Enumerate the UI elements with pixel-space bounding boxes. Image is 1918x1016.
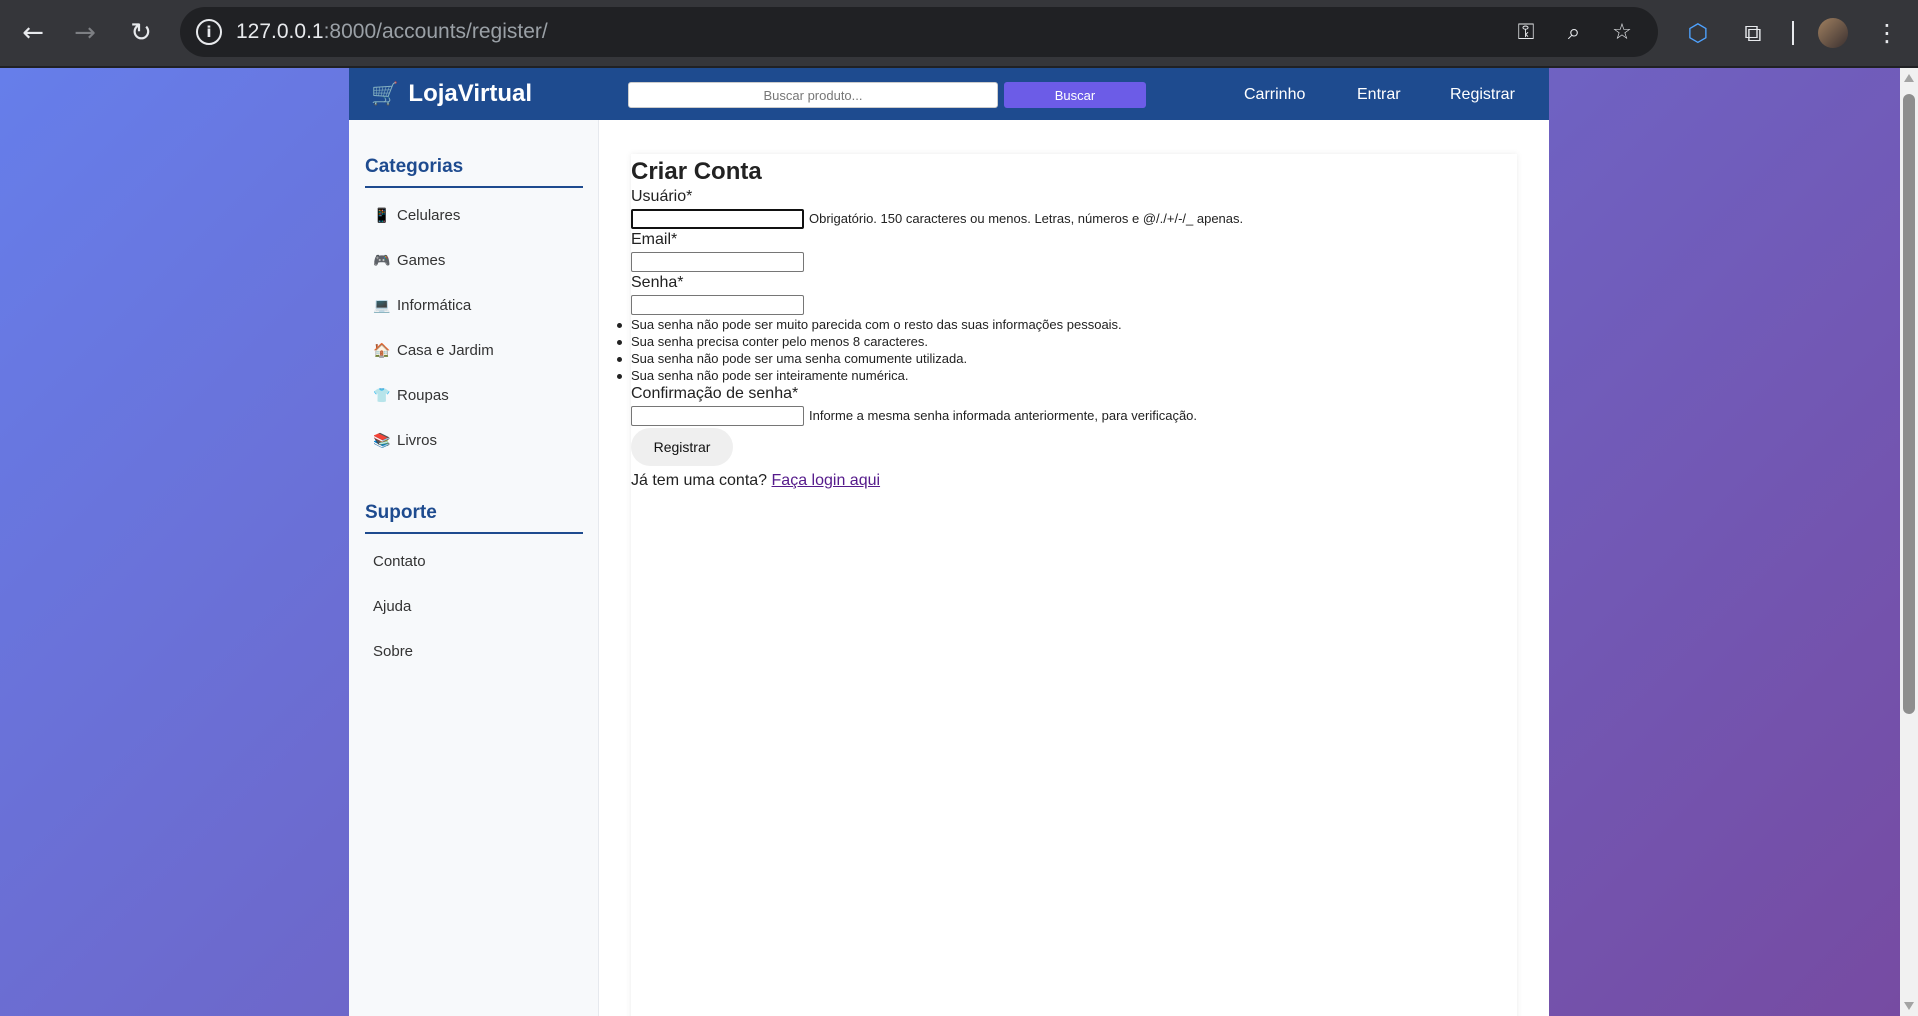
login-prompt-text: Já tem uma conta?	[631, 472, 768, 489]
shirt-icon: 👕	[373, 387, 391, 404]
shopping-cart-icon: 🛒	[371, 81, 399, 107]
extension-icon[interactable]: ⬡	[1683, 18, 1713, 48]
password-rule-item: Sua senha não pode ser inteiramente numé…	[617, 368, 909, 383]
house-icon: 🏠	[373, 342, 391, 359]
sidebar-item-label: Contato	[373, 553, 426, 570]
login-prompt: Já tem uma conta? Faça login aqui	[631, 472, 880, 490]
address-bar[interactable]: i 127.0.0.1:8000/accounts/register/ ⚿ ⌕ …	[180, 7, 1658, 57]
sidebar-item-livros[interactable]: 📚 Livros	[373, 432, 437, 449]
toolbar-separator	[1792, 21, 1794, 45]
scroll-up-arrow-icon[interactable]	[1904, 74, 1914, 82]
password-rule-item: Sua senha precisa conter pelo menos 8 ca…	[616, 334, 929, 349]
categories-heading: Categorias	[365, 156, 583, 188]
login-link[interactable]: Faça login aqui	[772, 472, 881, 489]
books-icon: 📚	[373, 432, 391, 449]
nav-link-register[interactable]: Registrar	[1450, 86, 1515, 104]
site-header: 🛒 LojaVirtual Buscar Carrinho Entrar Reg…	[349, 68, 1549, 120]
zoom-icon[interactable]: ⌕	[1560, 19, 1588, 47]
site-container: 🛒 LojaVirtual Buscar Carrinho Entrar Reg…	[349, 68, 1549, 1016]
kebab-menu-icon[interactable]: ⋮	[1872, 18, 1902, 48]
sidebar-item-label: Informática	[397, 297, 472, 314]
support-heading: Suporte	[365, 502, 583, 534]
username-help-text: Obrigatório. 150 caracteres ou menos. Le…	[809, 211, 1244, 226]
site-logo[interactable]: 🛒 LojaVirtual	[371, 80, 532, 108]
password-label: Senha*	[631, 274, 684, 291]
nav-link-cart[interactable]: Carrinho	[1244, 86, 1305, 104]
puzzle-icon[interactable]: ⧉	[1738, 18, 1768, 48]
profile-avatar[interactable]	[1818, 18, 1848, 48]
sidebar-item-ajuda[interactable]: Ajuda	[373, 598, 411, 615]
email-label: Email*	[631, 231, 678, 248]
page-title: Criar Conta	[631, 158, 762, 185]
logo-text: LojaVirtual	[408, 80, 532, 107]
sidebar-item-label: Sobre	[373, 643, 414, 660]
sidebar-item-games[interactable]: 🎮 Games	[373, 252, 445, 269]
sidebar-item-label: Games	[397, 252, 446, 269]
nav-link-login[interactable]: Entrar	[1357, 86, 1401, 104]
confirm-password-label: Confirmação de senha*	[631, 385, 799, 402]
sidebar-item-informatica[interactable]: 💻 Informática	[373, 297, 471, 314]
browser-toolbar: ← → ↻ i 127.0.0.1:8000/accounts/register…	[0, 0, 1918, 66]
site-info-icon[interactable]: i	[196, 19, 222, 45]
scrollbar-thumb[interactable]	[1903, 94, 1915, 714]
sidebar-item-label: Celulares	[397, 207, 461, 224]
search-input[interactable]	[628, 82, 998, 108]
password-rule-item: Sua senha não pode ser uma senha comumen…	[616, 351, 968, 366]
gamepad-icon: 🎮	[373, 252, 391, 269]
sidebar-item-sobre[interactable]: Sobre	[373, 643, 413, 660]
phone-icon: 📱	[373, 207, 391, 224]
register-form-card: Criar Conta Usuário* Obrigatório. 150 ca…	[616, 154, 1517, 1016]
url-text[interactable]: 127.0.0.1:8000/accounts/register/	[236, 20, 548, 44]
sidebar-item-contato[interactable]: Contato	[373, 553, 426, 570]
scroll-down-arrow-icon[interactable]	[1904, 1002, 1914, 1010]
username-field[interactable]	[631, 209, 804, 229]
bookmark-star-icon[interactable]: ☆	[1608, 19, 1636, 47]
page-scrollbar[interactable]	[1900, 68, 1918, 1016]
sidebar-item-roupas[interactable]: 👕 Roupas	[373, 387, 449, 404]
password-rule-item: Sua senha não pode ser muito parecida co…	[617, 317, 1122, 332]
email-field[interactable]	[631, 252, 804, 272]
sidebar-item-label: Ajuda	[373, 598, 412, 615]
register-submit-button[interactable]: Registrar	[631, 428, 733, 466]
page-viewport: 🛒 LojaVirtual Buscar Carrinho Entrar Reg…	[0, 68, 1900, 1016]
sidebar-item-casa-jardim[interactable]: 🏠 Casa e Jardim	[373, 342, 494, 359]
sidebar-item-celulares[interactable]: 📱 Celulares	[373, 207, 460, 224]
search-button[interactable]: Buscar	[1004, 82, 1146, 108]
sidebar-item-label: Roupas	[397, 387, 449, 404]
sidebar-item-label: Casa e Jardim	[397, 342, 494, 359]
sidebar: Categorias 📱 Celulares 🎮 Games 💻 Informá…	[349, 120, 599, 1016]
reload-icon[interactable]: ↻	[124, 16, 158, 50]
back-arrow-icon[interactable]: ←	[16, 16, 50, 50]
username-label: Usuário*	[631, 188, 693, 205]
sidebar-item-label: Livros	[397, 432, 438, 449]
key-icon[interactable]: ⚿	[1512, 19, 1540, 47]
confirm-help-text: Informe a mesma senha informada anterior…	[809, 408, 1198, 423]
laptop-icon: 💻	[373, 297, 391, 314]
password-field[interactable]	[631, 295, 804, 315]
confirm-password-field[interactable]	[631, 406, 804, 426]
forward-arrow-icon[interactable]: →	[68, 16, 102, 50]
